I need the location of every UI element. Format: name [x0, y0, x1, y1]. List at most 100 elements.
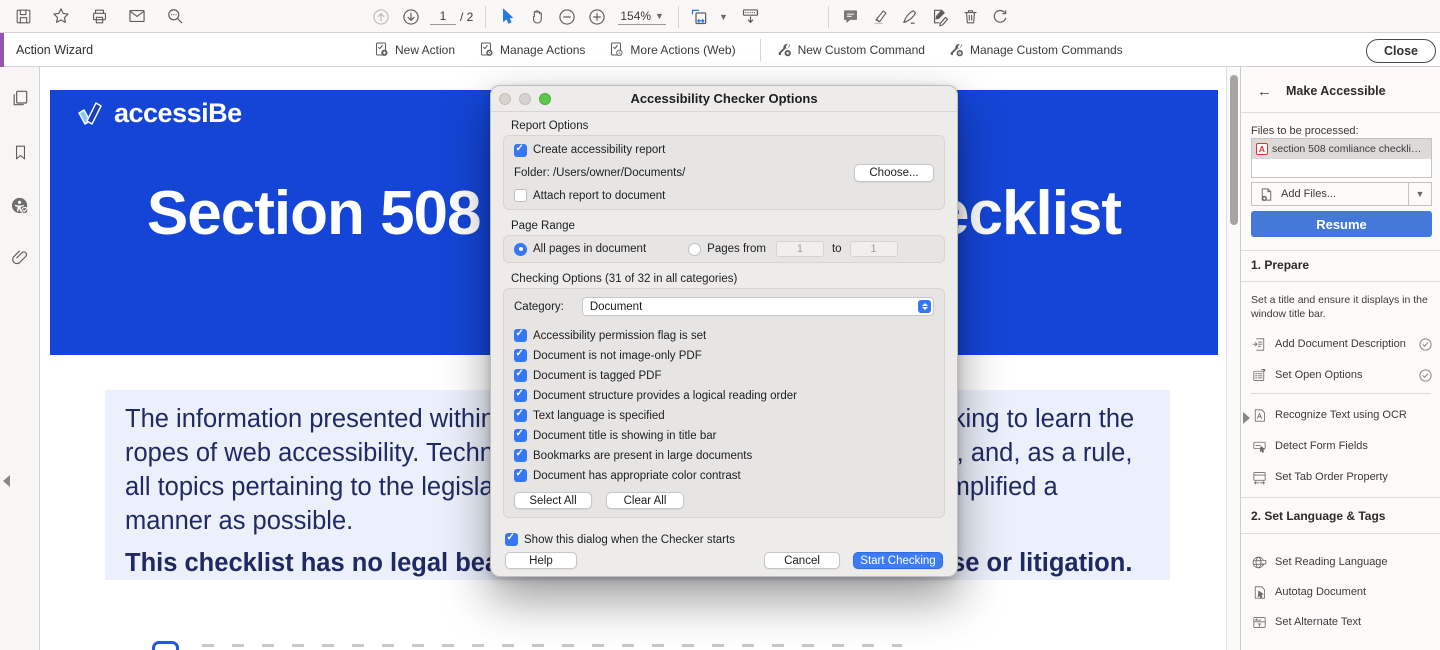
- set-open-options-item[interactable]: Set Open Options: [1251, 364, 1435, 386]
- star-icon[interactable]: [46, 3, 76, 29]
- add-files-dropdown-arrow[interactable]: ▼: [1408, 182, 1432, 206]
- vertical-scrollbar: [1226, 67, 1240, 650]
- page-to-input[interactable]: [850, 241, 898, 257]
- zoom-level-value: 154%: [620, 9, 651, 23]
- manage-custom-commands-button[interactable]: Manage Custom Commands: [947, 40, 1123, 61]
- page-up-icon[interactable]: [366, 4, 396, 30]
- start-checking-button[interactable]: Start Checking: [853, 552, 943, 569]
- recognize-text-ocr-item[interactable]: Recognize Text using OCR: [1251, 404, 1435, 426]
- sign-icon[interactable]: [895, 4, 925, 30]
- set-tab-order-item[interactable]: Set Tab Order Property: [1251, 466, 1435, 488]
- close-button[interactable]: Close: [1366, 39, 1436, 63]
- divider: [1241, 112, 1440, 113]
- pdf-icon: A: [1256, 143, 1268, 155]
- divider: [1241, 497, 1440, 498]
- page-from-input[interactable]: [776, 241, 824, 257]
- autotag-document-item[interactable]: Autotag Document: [1251, 581, 1435, 603]
- manage-actions-icon: [477, 40, 495, 61]
- attachments-icon[interactable]: [0, 241, 40, 275]
- item-label: Detect Form Fields: [1275, 440, 1368, 452]
- bookmarks-icon[interactable]: [0, 135, 40, 169]
- delete-icon[interactable]: [955, 4, 985, 30]
- check-item-checkbox[interactable]: [514, 389, 527, 402]
- new-action-button[interactable]: New Action: [372, 40, 455, 61]
- help-button[interactable]: Help: [505, 552, 577, 569]
- scrolling-mode-icon[interactable]: [736, 4, 766, 30]
- pages-from-label: Pages from: [707, 243, 766, 255]
- collapse-nav-arrow-icon[interactable]: [3, 475, 10, 487]
- set-alternate-text-item[interactable]: Set Alternate Text: [1251, 611, 1435, 633]
- autotag-icon: [1251, 584, 1268, 601]
- accessibility-checker-options-dialog: Accessibility Checker Options Report Opt…: [490, 85, 958, 577]
- attach-report-checkbox[interactable]: [514, 189, 527, 202]
- all-pages-radio[interactable]: [514, 243, 527, 256]
- check-item-label: Bookmarks are present in large documents: [533, 450, 752, 462]
- rotate-icon[interactable]: [985, 4, 1015, 30]
- add-document-description-item[interactable]: Add Document Description: [1251, 333, 1435, 355]
- resume-button[interactable]: Resume: [1251, 211, 1432, 237]
- accessibility-icon[interactable]: [0, 189, 40, 223]
- chevron-down-icon[interactable]: ▼: [719, 12, 728, 22]
- toolbar-divider: [678, 6, 679, 28]
- back-arrow-icon[interactable]: ←: [1257, 83, 1272, 100]
- fit-page-icon[interactable]: [685, 4, 715, 30]
- more-actions-web-button[interactable]: More Actions (Web): [607, 40, 735, 61]
- choose-folder-button[interactable]: Choose...: [854, 164, 934, 182]
- check-item-checkbox[interactable]: [514, 449, 527, 462]
- section-title-language-tags: 2. Set Language & Tags: [1251, 509, 1385, 523]
- hand-icon[interactable]: [522, 4, 552, 30]
- print-icon[interactable]: [84, 3, 114, 29]
- highlight-icon[interactable]: [865, 4, 895, 30]
- zoom-in-icon[interactable]: [582, 4, 612, 30]
- fill-sign-icon[interactable]: [925, 4, 955, 30]
- check-item: Accessibility permission flag is set: [514, 329, 934, 342]
- item-label: Autotag Document: [1275, 586, 1366, 598]
- zoom-out-icon[interactable]: [552, 4, 582, 30]
- add-files-button[interactable]: Add Files...: [1251, 182, 1408, 206]
- category-select[interactable]: Document: [582, 297, 934, 316]
- category-label: Category:: [514, 301, 564, 313]
- ocr-icon: [1251, 407, 1268, 424]
- manage-actions-button[interactable]: Manage Actions: [477, 40, 585, 61]
- report-options-group: Create accessibility report Folder: /Use…: [503, 135, 945, 210]
- file-list-item[interactable]: A section 508 comliance checkli…: [1252, 139, 1431, 159]
- check-item-checkbox[interactable]: [514, 469, 527, 482]
- accessibe-logo-mark: [75, 100, 107, 128]
- select-all-button[interactable]: Select All: [514, 492, 592, 509]
- scrollbar-thumb[interactable]: [1230, 75, 1238, 225]
- pages-icon[interactable]: [0, 81, 40, 115]
- divider: [1251, 393, 1431, 394]
- email-icon[interactable]: [122, 3, 152, 29]
- save-icon[interactable]: [8, 3, 38, 29]
- new-action-icon: [372, 40, 390, 61]
- toolbar-divider: [760, 39, 761, 61]
- check-item-checkbox[interactable]: [514, 429, 527, 442]
- cancel-button[interactable]: Cancel: [764, 552, 840, 569]
- create-report-label: Create accessibility report: [533, 144, 665, 156]
- collapse-panel-arrow-icon[interactable]: [1243, 412, 1250, 424]
- reading-language-icon: [1251, 554, 1268, 571]
- pages-from-radio[interactable]: [688, 243, 701, 256]
- zoom-level-dropdown[interactable]: 154% ▼: [618, 8, 666, 25]
- check-item-checkbox[interactable]: [514, 349, 527, 362]
- make-accessible-panel: ← Make Accessible Files to be processed:…: [1240, 67, 1440, 650]
- action-wizard-accent: [0, 33, 4, 67]
- page-number-input[interactable]: [430, 8, 456, 25]
- to-label: to: [832, 243, 842, 255]
- search-icon[interactable]: [160, 3, 190, 29]
- check-item-checkbox[interactable]: [514, 409, 527, 422]
- create-report-checkbox[interactable]: [514, 144, 527, 157]
- set-reading-language-item[interactable]: Set Reading Language: [1251, 551, 1435, 573]
- detect-form-fields-item[interactable]: Detect Form Fields: [1251, 435, 1435, 457]
- clear-all-button[interactable]: Clear All: [606, 492, 684, 509]
- show-dialog-checkbox[interactable]: [505, 533, 518, 546]
- check-item-checkbox[interactable]: [514, 369, 527, 382]
- select-icon[interactable]: [492, 4, 522, 30]
- new-custom-command-button[interactable]: New Custom Command: [775, 40, 925, 61]
- check-item: Document title is showing in title bar: [514, 429, 934, 442]
- check-item-checkbox[interactable]: [514, 329, 527, 342]
- comment-icon[interactable]: [835, 4, 865, 30]
- divider: [1241, 281, 1440, 282]
- folder-path-label: Folder: /Users/owner/Documents/: [514, 167, 685, 179]
- page-down-icon[interactable]: [396, 4, 426, 30]
